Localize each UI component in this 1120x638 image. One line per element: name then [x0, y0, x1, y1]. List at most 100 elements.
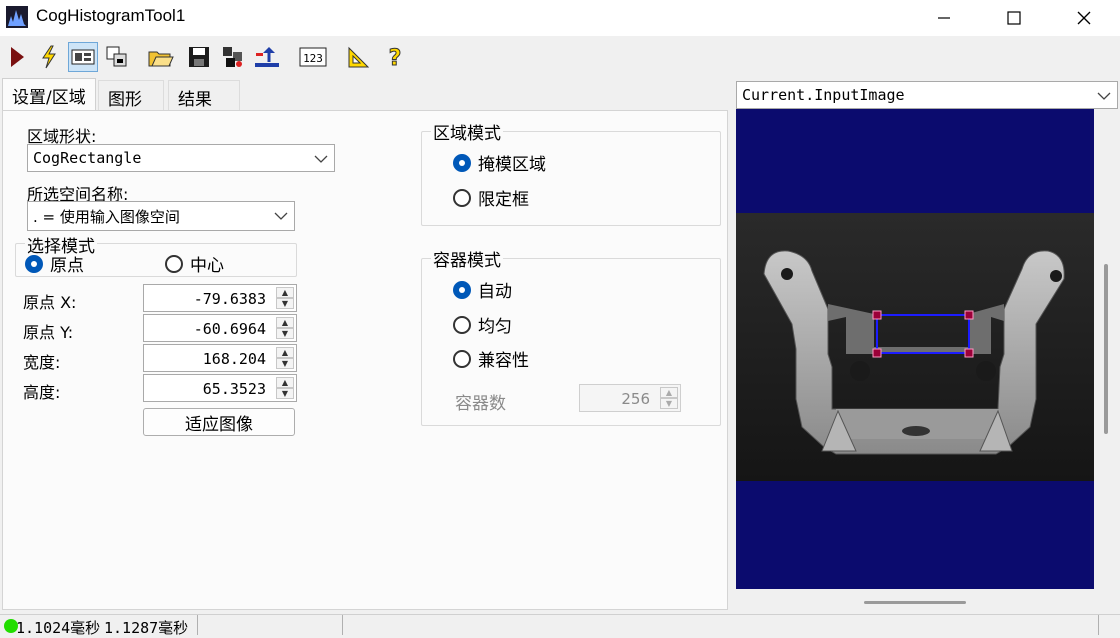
radio-selected-icon [25, 254, 43, 273]
chevron-down-icon [314, 155, 328, 163]
uniform-radio[interactable]: 均匀 [453, 312, 512, 337]
measure-button[interactable] [344, 42, 374, 72]
down-arrow-icon[interactable]: ▼ [276, 298, 294, 309]
maximize-button[interactable] [986, 0, 1042, 36]
radio-unselected-icon [453, 349, 471, 368]
reset-icon [255, 47, 279, 67]
bins-count-stepper: ▲ ▼ [660, 387, 678, 409]
radio-selected-icon [453, 153, 471, 172]
number-display-icon: 123 [299, 47, 327, 67]
status-divider [197, 615, 198, 635]
electric-run-button[interactable] [34, 42, 64, 72]
radio-unselected-icon [453, 188, 471, 207]
tab-graphics[interactable]: 图形 [98, 80, 164, 110]
height-input[interactable]: 65.3523 ▲ ▼ [143, 374, 297, 402]
tab-results[interactable]: 结果 [168, 80, 240, 110]
space-name-select[interactable]: . = 使用输入图像空间 [27, 201, 295, 231]
up-arrow-icon[interactable]: ▲ [276, 317, 294, 328]
compatible-radio-label: 兼容性 [478, 351, 529, 371]
status-divider [1098, 615, 1099, 635]
settings-panel: 区域形状: CogRectangle 所选空间名称: . = 使用输入图像空间 … [2, 110, 728, 610]
roi-handle-top-left[interactable] [872, 310, 882, 320]
width-input[interactable]: 168.204 ▲ ▼ [143, 344, 297, 372]
down-arrow-icon[interactable]: ▼ [276, 388, 294, 399]
save-button[interactable] [184, 42, 214, 72]
origin-radio-label: 原点 [50, 256, 84, 276]
help-icon: ? [388, 46, 402, 70]
origin-y-input[interactable]: -60.6964 ▲ ▼ [143, 314, 297, 342]
up-arrow-icon[interactable]: ▲ [276, 347, 294, 358]
height-stepper[interactable]: ▲ ▼ [276, 377, 294, 399]
height-value: 65.3523 [202, 380, 266, 398]
down-arrow-icon[interactable]: ▼ [276, 358, 294, 369]
settings-icon [223, 47, 242, 67]
compatible-radio[interactable]: 兼容性 [453, 346, 529, 371]
origin-radio[interactable]: 原点 [25, 251, 84, 276]
close-icon [1077, 11, 1091, 25]
roi-handle-bottom-left[interactable] [872, 348, 882, 358]
run-button[interactable] [2, 42, 32, 72]
measure-icon [348, 46, 370, 68]
minimize-button[interactable] [916, 0, 972, 36]
origin-x-input[interactable]: -79.6383 ▲ ▼ [143, 284, 297, 312]
window-title: CogHistogramTool1 [36, 6, 186, 25]
bins-count-label: 容器数 [455, 394, 506, 414]
histogram-app-icon [6, 6, 28, 28]
bins-count-value: 256 [621, 390, 650, 408]
down-arrow-icon[interactable]: ▼ [276, 328, 294, 339]
title-bar: CogHistogramTool1 [0, 0, 1120, 36]
tab-settings-region[interactable]: 设置/区域 [2, 78, 96, 111]
run-icon [11, 47, 24, 67]
uniform-radio-label: 均匀 [478, 317, 512, 337]
settings-button[interactable] [218, 42, 248, 72]
status-time-2: 1.1287毫秒 [104, 619, 189, 637]
mask-region-radio[interactable]: 掩模区域 [453, 150, 546, 175]
toolbar: 123 ? [0, 36, 1120, 78]
origin-y-label: 原点 Y: [23, 323, 74, 342]
copy-region-button[interactable] [102, 42, 132, 72]
save-icon [189, 47, 209, 67]
minimize-icon [938, 17, 950, 19]
image-display-button[interactable] [68, 42, 98, 72]
image-display-icon [71, 49, 95, 65]
open-button[interactable] [146, 42, 176, 72]
bins-count-input: 256 ▲ ▼ [579, 384, 681, 412]
svg-text:?: ? [389, 46, 402, 69]
maximize-icon [1007, 11, 1021, 25]
fit-image-button[interactable]: 适应图像 [143, 408, 295, 436]
roi-handle-bottom-right[interactable] [964, 348, 974, 358]
width-label: 宽度: [23, 353, 61, 372]
space-name-value: . = 使用输入图像空间 [33, 208, 180, 226]
reset-button[interactable] [252, 42, 282, 72]
center-radio[interactable]: 中心 [165, 251, 224, 276]
origin-x-stepper[interactable]: ▲ ▼ [276, 287, 294, 309]
radio-selected-icon [453, 280, 471, 299]
bin-mode-title: 容器模式 [431, 246, 503, 271]
origin-x-value: -79.6383 [193, 290, 266, 308]
down-arrow-icon: ▼ [660, 398, 678, 409]
bounding-box-radio[interactable]: 限定框 [453, 185, 529, 210]
radio-unselected-icon [453, 315, 471, 334]
lightning-icon [42, 45, 56, 69]
close-button[interactable] [1056, 0, 1112, 36]
up-arrow-icon[interactable]: ▲ [276, 287, 294, 298]
width-stepper[interactable]: ▲ ▼ [276, 347, 294, 369]
status-bar: 1.1024毫秒 1.1287毫秒 [0, 614, 1120, 637]
up-arrow-icon: ▲ [660, 387, 678, 398]
status-divider [342, 615, 343, 635]
vertical-scrollbar[interactable] [1104, 264, 1108, 434]
input-image[interactable] [736, 109, 1094, 589]
origin-y-stepper[interactable]: ▲ ▼ [276, 317, 294, 339]
horizontal-scrollbar[interactable] [864, 601, 966, 604]
region-mode-group [421, 131, 721, 226]
image-source-value: Current.InputImage [742, 86, 905, 104]
height-label: 高度: [23, 383, 61, 402]
auto-radio[interactable]: 自动 [453, 277, 512, 302]
up-arrow-icon[interactable]: ▲ [276, 377, 294, 388]
roi-handle-top-right[interactable] [964, 310, 974, 320]
number-display-button[interactable]: 123 [298, 42, 328, 72]
image-source-select[interactable]: Current.InputImage [736, 81, 1118, 109]
region-shape-select[interactable]: CogRectangle [27, 144, 335, 172]
help-button[interactable]: ? [380, 42, 410, 72]
image-display[interactable] [736, 109, 1094, 589]
